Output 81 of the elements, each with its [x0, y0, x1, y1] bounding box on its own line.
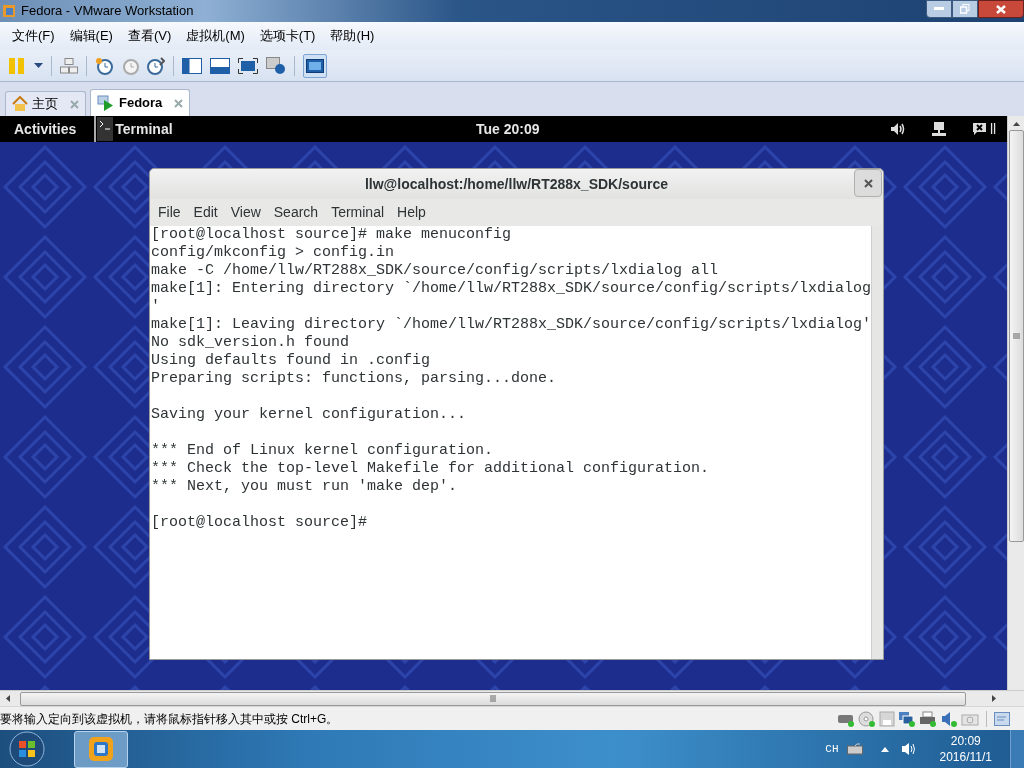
menu-item[interactable]: File [153, 202, 186, 223]
terminal-line: config/mkconfig > config.in [151, 244, 396, 262]
menu-item[interactable]: Terminal [326, 202, 390, 223]
dropdown-caret-icon[interactable] [34, 63, 43, 68]
minimize-icon [934, 7, 944, 11]
menu-item[interactable]: 虚拟机(M) [180, 26, 251, 46]
tab[interactable]: Fedora [90, 89, 191, 116]
app-icon [87, 735, 115, 763]
console-toggle-button[interactable] [303, 53, 327, 78]
restore-button[interactable] [952, 0, 978, 18]
menu-item[interactable]: 编辑(E) [63, 26, 119, 46]
menu-item[interactable]: 帮助(H) [324, 26, 381, 46]
terminal-line: *** End of Linux kernel configuration. [151, 442, 495, 460]
keyboard-icon[interactable] [846, 743, 863, 755]
chat-icon[interactable] [972, 122, 987, 136]
scroll-up-icon[interactable] [1012, 122, 1020, 126]
terminal-line: *** Check the top-level Makefile for additional configuration. [151, 460, 711, 478]
network-stack-icon[interactable] [60, 57, 78, 74]
vertical-scrollbar[interactable] [1007, 116, 1024, 690]
grip-icon [1012, 332, 1020, 340]
snapshot-manager-icon[interactable] [147, 56, 165, 75]
close-icon [996, 4, 1006, 14]
terminal-line: Preparing scripts: functions, parsing...done. [151, 370, 558, 388]
terminal-line: No sdk_version.h found [151, 334, 351, 352]
sidebar-view-icon[interactable] [182, 57, 202, 74]
snapshot-icon[interactable] [95, 56, 113, 75]
terminal-line: Saving your kernel configuration... [151, 406, 468, 424]
menu-item[interactable]: Help [392, 202, 431, 223]
terminal-line: Using defaults found in .config [151, 352, 432, 370]
grip-icon [489, 695, 497, 702]
user-menu[interactable]: ll [990, 118, 997, 140]
tray-date[interactable]: 2016/11/1 [939, 749, 992, 765]
vm-display[interactable] [0, 116, 1007, 690]
printer-icon[interactable] [919, 710, 937, 727]
terminal-line: [root@localhost source]# [151, 514, 369, 532]
menu-item[interactable]: Edit [188, 202, 223, 223]
vm-play-icon [97, 95, 115, 111]
minimize-button[interactable] [926, 0, 952, 18]
app-menu[interactable]: Terminal [115, 118, 173, 140]
sound-icon[interactable] [940, 710, 958, 727]
terminal-line: *** Next, you must run 'make dep'. [151, 478, 459, 496]
scroll-right-icon[interactable] [992, 695, 996, 702]
window-title: Fedora - VMware Workstation [21, 2, 194, 21]
terminal-title: llw@localhost:/home/llw/RT288x_SDK/source [364, 174, 669, 194]
console-icon [306, 58, 324, 73]
fullscreen-icon[interactable] [238, 57, 258, 74]
status-message: 要将输入定向到该虚拟机，请将鼠标指针移入其中或按 Ctrl+G。 [0, 710, 339, 728]
close-icon [863, 178, 873, 188]
tab[interactable]: 主页 [5, 91, 86, 116]
menu-item[interactable]: Search [268, 202, 324, 223]
app-icon [2, 4, 16, 18]
activities-button[interactable]: Activities [14, 118, 77, 140]
clock[interactable]: Tue 20:09 [476, 118, 540, 140]
input-language[interactable]: CH [825, 740, 839, 758]
menu-item[interactable]: 文件(F) [6, 26, 61, 46]
scroll-left-icon[interactable] [6, 695, 10, 702]
show-hidden-icons-icon[interactable] [880, 746, 889, 752]
terminal-app-icon [97, 117, 114, 141]
menu-item[interactable]: 选项卡(T) [253, 26, 322, 46]
console-view-icon[interactable] [210, 57, 230, 74]
home-icon [12, 96, 28, 112]
terminal-line: ' [151, 298, 161, 316]
taskbar-app-button[interactable] [74, 730, 128, 768]
start-button[interactable] [8, 731, 46, 767]
tray-time[interactable]: 20:09 [950, 733, 981, 749]
unity-icon[interactable] [266, 56, 286, 75]
terminal-line: make[1]: Entering directory `/home/llw/RT288x_SDK/source/config/scripts/lxdialog [151, 280, 872, 298]
close-button[interactable] [854, 169, 882, 197]
menu-item[interactable]: 查看(V) [121, 26, 178, 46]
terminal-scrollbar[interactable] [871, 226, 883, 659]
terminal-line: [root@localhost source]# make menuconfig [151, 226, 513, 244]
close-button[interactable] [978, 0, 1024, 18]
scroll-thumb[interactable] [1008, 130, 1024, 542]
menu-item[interactable]: View [225, 202, 266, 223]
terminal-line: make -C /home/llw/RT288x_SDK/source/config/scripts/lxdialog all [151, 262, 720, 280]
restore-icon [960, 4, 970, 14]
volume-icon[interactable] [890, 122, 906, 136]
terminal-line: make[1]: Leaving directory `/home/llw/RT288x_SDK/source/config/scripts/lxdialog' [151, 316, 872, 334]
network-icon[interactable] [932, 121, 946, 137]
message-log-icon[interactable] [994, 711, 1010, 726]
network-adapter-icon[interactable] [898, 710, 916, 727]
